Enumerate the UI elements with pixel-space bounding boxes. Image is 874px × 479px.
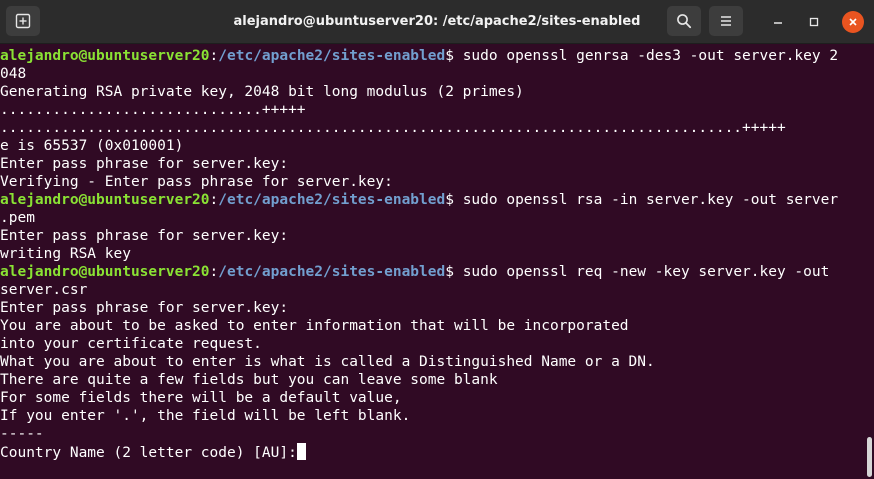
prompt-path: /etc/apache2/sites-enabled [218, 264, 446, 280]
prompt-separator: : [209, 264, 219, 280]
prompt-symbol: $ [445, 192, 454, 208]
prompt-line: alejandro@ubuntuserver20:/etc/apache2/si… [0, 263, 864, 281]
prompt-line: alejandro@ubuntuserver20:/etc/apache2/si… [0, 47, 864, 65]
terminal-window: alejandro@ubuntuserver20: /etc/apache2/s… [0, 0, 874, 479]
maximize-button[interactable] [803, 11, 825, 33]
output-line: ..............................+++++ [0, 102, 306, 118]
command-wrap: server.csr [0, 282, 88, 298]
close-icon [849, 18, 857, 26]
prompt-path: /etc/apache2/sites-enabled [218, 48, 446, 64]
output-line: into your certificate request. [0, 336, 262, 352]
output-line: Enter pass phrase for server.key: [0, 156, 289, 172]
hamburger-menu-icon [721, 16, 731, 26]
command-text: sudo openssl req -new -key server.key -o… [453, 264, 830, 280]
prompt-user-host: alejandro@ubuntuserver20 [0, 192, 210, 208]
title-bar[interactable]: alejandro@ubuntuserver20: /etc/apache2/s… [0, 0, 874, 44]
prompt-path: /etc/apache2/sites-enabled [218, 192, 446, 208]
output-line: Verifying - Enter pass phrase for server… [0, 174, 393, 190]
output-line: e is 65537 (0x010001) [0, 138, 184, 154]
output-line: ........................................… [0, 120, 786, 136]
maximize-icon [809, 17, 819, 27]
minimize-button[interactable] [767, 11, 789, 33]
output-line: There are quite a few fields but you can… [0, 372, 498, 388]
prompt-line: alejandro@ubuntuserver20:/etc/apache2/si… [0, 191, 864, 209]
command-wrap: 048 [0, 66, 27, 82]
output-line: If you enter '.', the field will be left… [0, 408, 411, 424]
input-prompt: Country Name (2 letter code) [AU]: [0, 445, 297, 461]
scrollbar-thumb[interactable] [867, 437, 872, 477]
command-text: sudo openssl genrsa -des3 -out server.ke… [453, 48, 839, 64]
output-line: Enter pass phrase for server.key: [0, 300, 289, 316]
prompt-separator: : [209, 192, 219, 208]
terminal-output[interactable]: alejandro@ubuntuserver20:/etc/apache2/si… [0, 47, 864, 479]
output-line: What you are about to enter is what is c… [0, 354, 655, 370]
minimize-icon [774, 22, 782, 24]
prompt-symbol: $ [445, 48, 454, 64]
prompt-separator: : [209, 48, 219, 64]
prompt-user-host: alejandro@ubuntuserver20 [0, 48, 210, 64]
output-line: writing RSA key [0, 246, 131, 262]
command-text: sudo openssl rsa -in server.key -out ser… [453, 192, 839, 208]
search-button[interactable] [667, 6, 701, 36]
output-line: ----- [0, 426, 44, 442]
output-line: Generating RSA private key, 2048 bit lon… [0, 84, 524, 100]
output-line: Enter pass phrase for server.key: [0, 228, 289, 244]
text-cursor [296, 443, 306, 460]
output-line: You are about to be asked to enter infor… [0, 318, 629, 334]
menu-button[interactable] [709, 6, 743, 36]
prompt-user-host: alejandro@ubuntuserver20 [0, 264, 210, 280]
search-icon [677, 14, 692, 29]
command-wrap: .pem [0, 210, 35, 226]
close-button[interactable] [842, 11, 864, 33]
prompt-symbol: $ [445, 264, 454, 280]
scrollbar[interactable] [864, 44, 874, 479]
output-line: For some fields there will be a default … [0, 390, 402, 406]
input-line[interactable]: Country Name (2 letter code) [AU]: [0, 443, 864, 461]
